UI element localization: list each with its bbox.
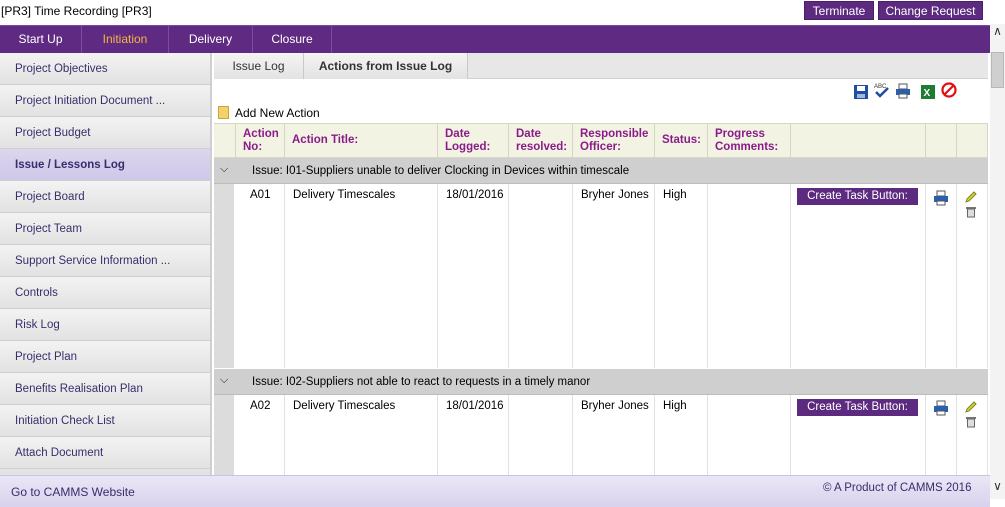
header-action-title[interactable]: Action Title: — [285, 124, 438, 159]
tab-delivery[interactable]: Delivery — [169, 26, 253, 53]
header-responsible-officer[interactable]: Responsible Officer: — [573, 124, 655, 159]
sidebar-item-project-initiation-document[interactable]: Project Initiation Document ... — [0, 85, 210, 117]
sidebar-item-attach-document[interactable]: Attach Document — [0, 437, 210, 469]
tab-start-up[interactable]: Start Up — [0, 26, 82, 53]
cell-action-no: A01 — [236, 184, 285, 368]
sidebar-item-project-team[interactable]: Project Team — [0, 213, 210, 245]
issue-group-header: ⌵ Issue: I02-Suppliers not able to react… — [214, 369, 988, 395]
delete-trash-icon[interactable] — [965, 415, 977, 428]
sidebar-item-controls[interactable]: Controls — [0, 277, 210, 309]
scroll-thumb[interactable] — [991, 52, 1004, 88]
cell-progress-comments — [708, 184, 791, 368]
sidebar-item-benefits-realisation-plan[interactable]: Benefits Realisation Plan — [0, 373, 210, 405]
add-new-action-button[interactable]: Add New Action — [218, 106, 320, 122]
scroll-up-icon[interactable]: ∧ — [990, 24, 1005, 40]
sidebar-item-issue-lessons-log[interactable]: Issue / Lessons Log — [0, 149, 210, 181]
table-row: A01 Delivery Timescales 18/01/2016 Bryhe… — [214, 184, 988, 368]
issue-group-header: ⌵ Issue: I01-Suppliers unable to deliver… — [214, 158, 988, 184]
cell-progress-comments — [708, 395, 791, 475]
print-icon[interactable] — [933, 400, 949, 416]
sidebar-item-initiation-check-list[interactable]: Initiation Check List — [0, 405, 210, 437]
cell-action-no: A02 — [236, 395, 285, 475]
main-panel: Issue Log Actions from Issue Log ABC X A… — [214, 53, 988, 475]
save-icon[interactable] — [853, 84, 869, 100]
sidebar-item-project-board[interactable]: Project Board — [0, 181, 210, 213]
terminate-button[interactable]: Terminate — [804, 1, 874, 20]
cell-action-title: Delivery Timescales — [285, 395, 438, 475]
header-date-resolved[interactable]: Date resolved: — [509, 124, 573, 159]
add-new-action-label: Add New Action — [235, 106, 320, 120]
camms-website-link[interactable]: Go to CAMMS Website — [11, 485, 135, 499]
svg-text:X: X — [924, 88, 931, 99]
print-icon[interactable] — [895, 83, 911, 99]
edit-pencil-icon[interactable] — [965, 400, 978, 413]
edit-pencil-icon[interactable] — [965, 190, 978, 203]
cell-responsible-officer: Bryher Jones — [573, 184, 655, 368]
vertical-scrollbar[interactable]: ∧ ∨ — [990, 24, 1005, 499]
document-icon — [218, 106, 229, 119]
change-request-button[interactable]: Change Request — [878, 1, 983, 20]
title-bar: [PR3] Time Recording [PR3] Terminate Cha… — [0, 0, 990, 24]
header-date-logged[interactable]: Date Logged: — [438, 124, 509, 159]
sub-tabs: Issue Log Actions from Issue Log — [214, 53, 988, 79]
header-status[interactable]: Status: — [655, 124, 708, 159]
excel-export-icon[interactable]: X — [920, 84, 936, 100]
sidebar: Project Objectives Project Initiation Do… — [0, 53, 212, 475]
table-row: A02 Delivery Timescales 18/01/2016 Bryhe… — [214, 395, 988, 475]
sidebar-item-project-plan[interactable]: Project Plan — [0, 341, 210, 373]
issue-group-label: Issue: I02-Suppliers not able to react t… — [252, 376, 591, 388]
svg-text:ABC: ABC — [874, 84, 887, 90]
cell-status: High — [655, 395, 708, 475]
chevron-down-icon[interactable]: ⌵ — [220, 163, 228, 176]
sidebar-item-risk-log[interactable]: Risk Log — [0, 309, 210, 341]
tab-issue-log[interactable]: Issue Log — [214, 53, 304, 79]
tab-actions-from-issue-log[interactable]: Actions from Issue Log — [304, 53, 468, 79]
cell-action-title: Delivery Timescales — [285, 184, 438, 368]
cell-date-resolved — [509, 184, 573, 368]
spell-check-icon[interactable]: ABC — [874, 82, 890, 98]
create-task-button[interactable]: Create Task Button: — [797, 399, 918, 416]
sidebar-item-support-service-information[interactable]: Support Service Information ... — [0, 245, 210, 277]
issue-group-label: Issue: I01-Suppliers unable to deliver C… — [252, 165, 630, 177]
cell-status: High — [655, 184, 708, 368]
cell-date-resolved — [509, 395, 573, 475]
cell-responsible-officer: Bryher Jones — [573, 395, 655, 475]
scroll-down-icon[interactable]: ∨ — [990, 479, 1005, 495]
tab-closure[interactable]: Closure — [253, 26, 332, 53]
cancel-icon[interactable] — [941, 82, 957, 98]
delete-trash-icon[interactable] — [965, 205, 977, 218]
grid-header: Action No: Action Title: Date Logged: Date… — [214, 123, 988, 159]
print-icon[interactable] — [933, 190, 949, 206]
tab-initiation[interactable]: Initiation — [82, 26, 169, 53]
sidebar-item-project-budget[interactable]: Project Budget — [0, 117, 210, 149]
copyright-text: © A Product of CAMMS 2016 — [823, 482, 972, 494]
cell-date-logged: 18/01/2016 — [438, 395, 509, 475]
window-title: [PR3] Time Recording [PR3] — [1, 4, 152, 18]
top-nav: Start Up Initiation Delivery Closure — [0, 25, 990, 53]
header-action-no[interactable]: Action No: — [236, 124, 285, 159]
sidebar-item-project-objectives[interactable]: Project Objectives — [0, 53, 210, 85]
create-task-button[interactable]: Create Task Button: — [797, 188, 918, 205]
header-progress-comments[interactable]: Progress Comments: — [708, 124, 791, 159]
footer: Go to CAMMS Website © A Product of CAMMS… — [0, 475, 990, 507]
cell-date-logged: 18/01/2016 — [438, 184, 509, 368]
chevron-down-icon[interactable]: ⌵ — [220, 374, 228, 387]
